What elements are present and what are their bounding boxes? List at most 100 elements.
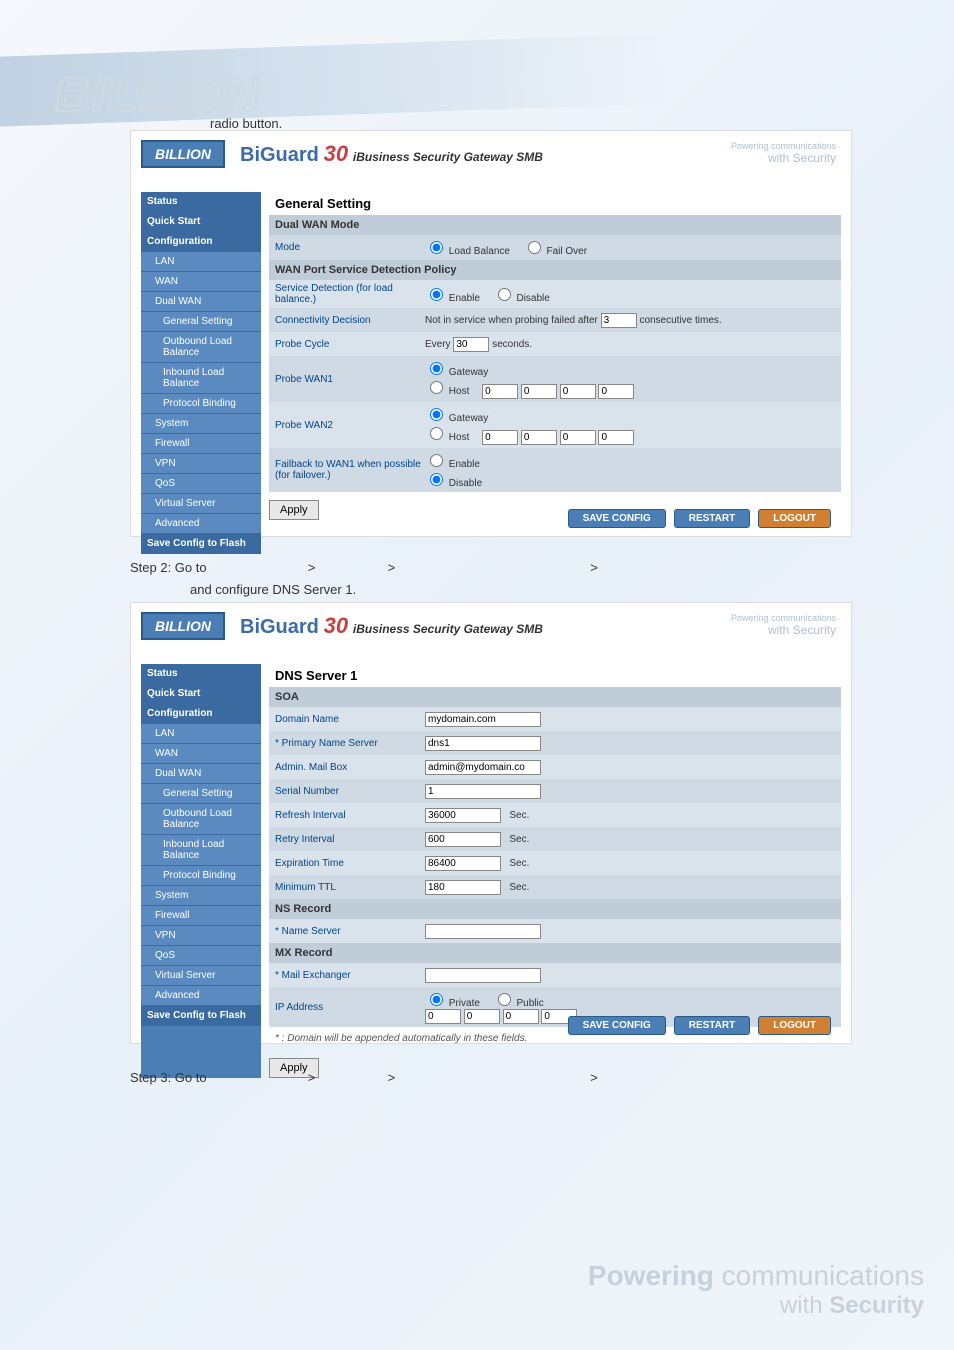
sidebar-item-wan[interactable]: WAN (141, 272, 261, 292)
brand-title: BiGuard 30 iBusiness Security Gateway SM… (240, 613, 543, 639)
apply-button[interactable]: Apply (269, 500, 319, 520)
sidebar-item-virtual-server[interactable]: Virtual Server (141, 494, 261, 514)
sidebar-item-lan[interactable]: LAN (141, 724, 261, 744)
sidebar-item-outbound-load-balance[interactable]: Outbound Load Balance (141, 332, 261, 363)
sidebar-item-wan[interactable]: WAN (141, 744, 261, 764)
ipa-ip3[interactable] (503, 1009, 539, 1024)
sidebar-item-protocol-binding[interactable]: Protocol Binding (141, 394, 261, 414)
save-config-button[interactable]: SAVE CONFIG (568, 509, 666, 528)
brand-box: BILLION (141, 140, 225, 168)
sd-enable[interactable]: Enable (425, 293, 480, 304)
sidebar-item-dual-wan[interactable]: Dual WAN (141, 764, 261, 784)
step2-text-cont: and configure DNS Server 1. (190, 582, 356, 597)
sidebar-item-firewall[interactable]: Firewall (141, 906, 261, 926)
failback-enable[interactable]: Enable (425, 459, 480, 470)
wan2-host[interactable]: Host (425, 432, 469, 443)
wan2-gateway[interactable]: Gateway (425, 413, 488, 424)
sidebar-item-inbound-load-balance[interactable]: Inbound Load Balance (141, 363, 261, 394)
restart-button[interactable]: RESTART (674, 509, 750, 528)
logout-button[interactable]: LOGOUT (758, 509, 831, 528)
sidebar-item-save-config-to-flash[interactable]: Save Config to Flash (141, 1006, 261, 1026)
sidebar-item-inbound-load-balance[interactable]: Inbound Load Balance (141, 835, 261, 866)
restart-button[interactable]: RESTART (674, 1016, 750, 1035)
mode-failover[interactable]: Fail Over (523, 246, 587, 257)
sidebar-item-lan[interactable]: LAN (141, 252, 261, 272)
brand-subtitle: iBusiness Security Gateway SMB (353, 622, 543, 636)
wan1-ip4[interactable] (598, 384, 634, 399)
general-setting-content: General Setting Dual WAN Mode Mode Load … (261, 192, 841, 554)
sidebar-item-qos[interactable]: QoS (141, 474, 261, 494)
save-config-button[interactable]: SAVE CONFIG (568, 1016, 666, 1035)
panel-header: BILLION BiGuard 30 iBusiness Security Ga… (131, 131, 851, 177)
wan2-ip4[interactable] (598, 430, 634, 445)
wan1-host[interactable]: Host (425, 386, 469, 397)
domain-input[interactable] (425, 712, 541, 727)
sidebar-item-configuration[interactable]: Configuration (141, 232, 261, 252)
ns-input[interactable] (425, 924, 541, 939)
sidebar-item-advanced[interactable]: Advanced (141, 986, 261, 1006)
sidebar-item-outbound-load-balance[interactable]: Outbound Load Balance (141, 804, 261, 835)
dns-title: DNS Server 1 (269, 664, 841, 687)
ipa-ip2[interactable] (464, 1009, 500, 1024)
billion-logo: BILLION (55, 68, 261, 123)
panel-header: BILLION BiGuard 30 iBusiness Security Ga… (131, 603, 851, 649)
sidebar-item-save-config-to-flash[interactable]: Save Config to Flash (141, 534, 261, 554)
ipa-private[interactable]: Private (425, 998, 480, 1009)
ri-input[interactable] (425, 808, 501, 823)
wan2-ip1[interactable] (482, 430, 518, 445)
step2-text: Step 2: Go to > > > (130, 560, 598, 575)
probe-cycle-label: Probe Cycle (275, 339, 425, 350)
et-input[interactable] (425, 856, 501, 871)
powering-tag: Powering communications with Security (731, 613, 836, 637)
sidebar-item-virtual-server[interactable]: Virtual Server (141, 966, 261, 986)
sidebar-item-status[interactable]: Status (141, 192, 261, 212)
sidebar-item-advanced[interactable]: Advanced (141, 514, 261, 534)
sidebar-item-quick-start[interactable]: Quick Start (141, 212, 261, 232)
ipa-ip1[interactable] (425, 1009, 461, 1024)
ns-header: NS Record (269, 899, 841, 919)
sidebar-item-general-setting[interactable]: General Setting (141, 312, 261, 332)
wan1-ip2[interactable] (521, 384, 557, 399)
sidebar-item-configuration[interactable]: Configuration (141, 704, 261, 724)
amb-input[interactable] (425, 760, 541, 775)
mode-loadbalance[interactable]: Load Balance (425, 246, 510, 257)
failback-label: Failback to WAN1 when possible (for fail… (275, 459, 425, 481)
brand-bold: BiGuard (240, 144, 319, 166)
connectivity-label: Connectivity Decision (275, 315, 425, 326)
wan2-ip2[interactable] (521, 430, 557, 445)
mx-input[interactable] (425, 968, 541, 983)
consecutive-input[interactable] (601, 313, 637, 328)
sidebar: StatusQuick StartConfigurationLANWANDual… (141, 664, 261, 1078)
logout-button[interactable]: LOGOUT (758, 1016, 831, 1035)
pns-input[interactable] (425, 736, 541, 751)
sidebar-item-firewall[interactable]: Firewall (141, 434, 261, 454)
rt-input[interactable] (425, 832, 501, 847)
wan1-ip3[interactable] (560, 384, 596, 399)
sidebar-item-qos[interactable]: QoS (141, 946, 261, 966)
wan1-ip1[interactable] (482, 384, 518, 399)
wan1-gateway[interactable]: Gateway (425, 367, 488, 378)
ipa-public[interactable]: Public (493, 998, 544, 1009)
sidebar-item-system[interactable]: System (141, 414, 261, 434)
mt-input[interactable] (425, 880, 501, 895)
mode-label: Mode (275, 242, 425, 253)
sidebar-item-vpn[interactable]: VPN (141, 926, 261, 946)
sidebar-item-vpn[interactable]: VPN (141, 454, 261, 474)
sidebar-item-quick-start[interactable]: Quick Start (141, 684, 261, 704)
dual-wan-header: Dual WAN Mode (269, 215, 841, 235)
brand-title: BiGuard 30 iBusiness Security Gateway SM… (240, 141, 543, 167)
soa-header: SOA (269, 687, 841, 707)
sidebar-item-general-setting[interactable]: General Setting (141, 784, 261, 804)
failback-disable[interactable]: Disable (425, 478, 482, 489)
sidebar: StatusQuick StartConfigurationLANWANDual… (141, 192, 261, 554)
wan-port-header: WAN Port Service Detection Policy (269, 260, 841, 280)
wan2-ip3[interactable] (560, 430, 596, 445)
sn-input[interactable] (425, 784, 541, 799)
probe-cycle-input[interactable] (453, 337, 489, 352)
sidebar-item-dual-wan[interactable]: Dual WAN (141, 292, 261, 312)
sidebar-item-protocol-binding[interactable]: Protocol Binding (141, 866, 261, 886)
sidebar-item-system[interactable]: System (141, 886, 261, 906)
brand-bold: BiGuard (240, 616, 319, 638)
sd-disable[interactable]: Disable (493, 293, 550, 304)
sidebar-item-status[interactable]: Status (141, 664, 261, 684)
